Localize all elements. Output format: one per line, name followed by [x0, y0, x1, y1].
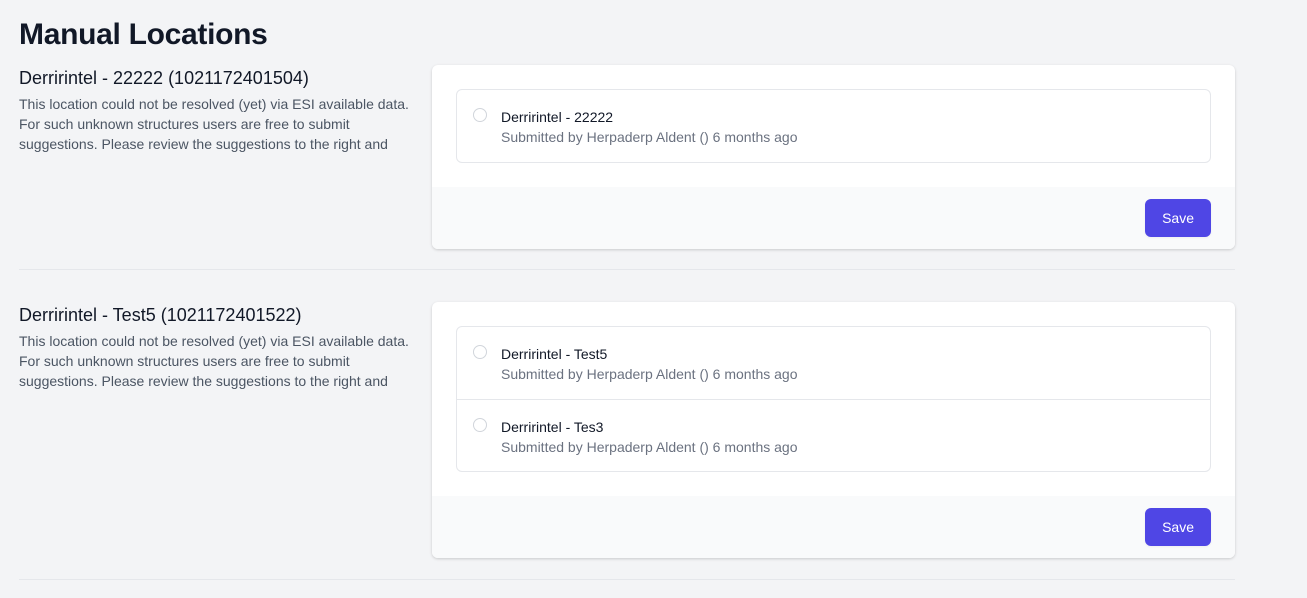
suggestion-radio[interactable] — [473, 108, 487, 122]
section-description: This location could not be resolved (yet… — [19, 96, 409, 152]
suggestion-list: Derririntel - 22222 Submitted by Herpade… — [456, 89, 1211, 163]
suggestions-card: Derririntel - Test5 Submitted by Herpade… — [432, 302, 1235, 558]
suggestion-meta: Submitted by Herpaderp Aldent () 6 month… — [501, 439, 798, 455]
save-button[interactable]: Save — [1145, 508, 1211, 546]
section-divider — [19, 579, 1235, 580]
suggestion-list: Derririntel - Test5 Submitted by Herpade… — [456, 326, 1211, 472]
card-body: Derririntel - 22222 Submitted by Herpade… — [432, 65, 1235, 187]
suggestion-radio[interactable] — [473, 345, 487, 359]
section-heading: Derririntel - 22222 (1021172401504) — [19, 68, 309, 88]
card-body: Derririntel - Test5 Submitted by Herpade… — [432, 302, 1235, 496]
suggestion-label: Derririntel - 22222 — [501, 109, 614, 125]
section-info: Derririntel - Test5 (1021172401522) This… — [19, 303, 409, 391]
card-footer: Save — [432, 187, 1235, 249]
suggestion-meta: Submitted by Herpaderp Aldent () 6 month… — [501, 366, 798, 382]
suggestion-radio[interactable] — [473, 418, 487, 432]
save-button[interactable]: Save — [1145, 199, 1211, 237]
section-heading: Derririntel - Test5 (1021172401522) — [19, 305, 302, 325]
section-description: This location could not be resolved (yet… — [19, 333, 409, 389]
suggestion-option[interactable]: Derririntel - Tes3 Submitted by Herpader… — [457, 399, 1210, 471]
suggestion-label: Derririntel - Tes3 — [501, 419, 604, 435]
section-info: Derririntel - 22222 (1021172401504) This… — [19, 66, 409, 154]
suggestion-option[interactable]: Derririntel - 22222 Submitted by Herpade… — [457, 90, 1210, 162]
suggestion-meta: Submitted by Herpaderp Aldent () 6 month… — [501, 129, 798, 145]
suggestions-card: Derririntel - 22222 Submitted by Herpade… — [432, 65, 1235, 249]
section-divider — [19, 269, 1235, 270]
suggestion-label: Derririntel - Test5 — [501, 346, 608, 362]
page-title: Manual Locations — [19, 18, 268, 51]
suggestion-option[interactable]: Derririntel - Test5 Submitted by Herpade… — [457, 327, 1210, 399]
card-footer: Save — [432, 496, 1235, 558]
manual-locations-page: Manual Locations Derririntel - 22222 (10… — [0, 0, 1307, 598]
